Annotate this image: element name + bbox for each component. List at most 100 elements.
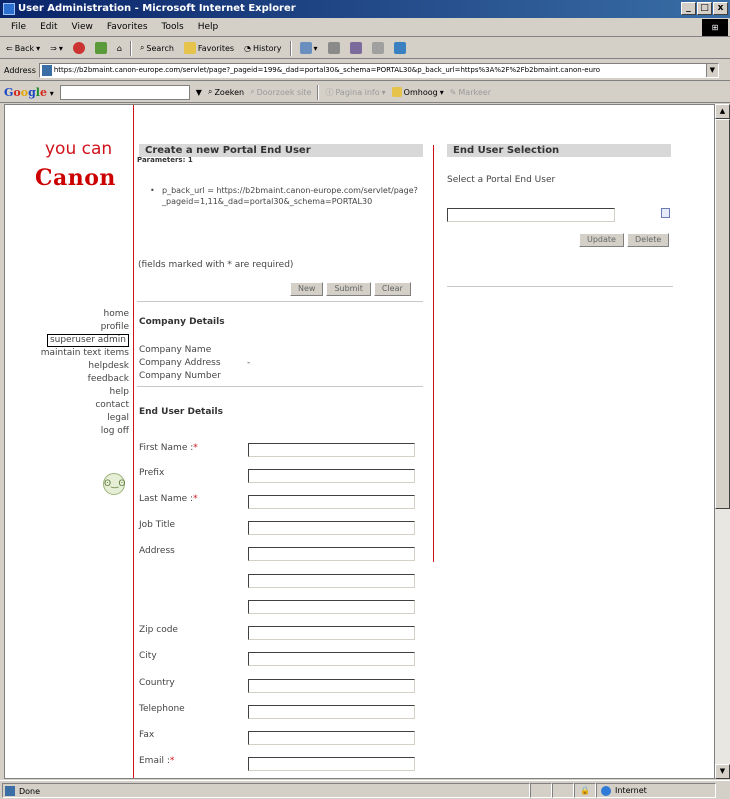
mail-button[interactable]: ▾ [298, 42, 320, 54]
home-icon: ⌂ [116, 43, 122, 53]
menu-tools[interactable]: Tools [155, 22, 191, 32]
new-button[interactable]: New [290, 282, 324, 296]
lookup-list-icon[interactable] [661, 208, 670, 218]
scroll-up-icon[interactable]: ▲ [715, 104, 730, 119]
chevron-down-icon: ▾ [36, 43, 41, 53]
last-name-input[interactable] [248, 495, 415, 509]
nav-home[interactable]: home [5, 308, 129, 321]
submit-button[interactable]: Submit [326, 282, 371, 296]
history-icon: ◔ [244, 43, 252, 53]
menu-favorites[interactable]: Favorites [100, 22, 155, 32]
clear-button[interactable]: Clear [373, 282, 411, 296]
brand-tagline: you can [45, 139, 113, 159]
delete-button[interactable]: Delete [626, 233, 670, 247]
prefix-input[interactable] [248, 469, 415, 483]
home-button[interactable]: ⌂ [115, 44, 124, 53]
telephone-input[interactable] [248, 705, 415, 719]
fax-input[interactable] [248, 731, 415, 745]
doorzoek-label: Doorzoek site [256, 87, 312, 97]
zip-code-input[interactable] [248, 626, 415, 640]
first-name-input[interactable] [248, 443, 415, 457]
menu-help[interactable]: Help [191, 22, 226, 32]
nav-helpdesk[interactable]: helpdesk [5, 360, 129, 373]
nav-maintain-text-items[interactable]: maintain text items [5, 347, 129, 360]
parameters-label: Parameters: 1 [137, 156, 193, 164]
refresh-button[interactable] [93, 42, 109, 54]
email-text: Email : [139, 756, 170, 766]
scroll-down-icon[interactable]: ▼ [715, 764, 730, 779]
minimize-button[interactable]: _ [681, 2, 696, 15]
page-viewport: you can Canon home profile superuser adm… [4, 104, 715, 779]
history-button[interactable]: ◔ History [242, 44, 283, 53]
country-input[interactable] [248, 679, 415, 693]
forward-button[interactable]: ⇒ ▾ [48, 44, 65, 53]
end-user-select-input[interactable] [447, 208, 615, 222]
fax-label: Fax [139, 730, 155, 740]
divider [137, 301, 423, 302]
selection-buttons: Update Delete [579, 233, 670, 247]
nav-help[interactable]: help [5, 386, 129, 399]
discuss-button[interactable] [370, 42, 386, 54]
status-bar: Done 🔒 Internet [0, 780, 730, 799]
help-mascot-icon[interactable]: ʘ‿ʘ [103, 473, 125, 495]
address-bar: Address https://b2bmaint.canon-europe.co… [0, 60, 730, 81]
menu-edit[interactable]: Edit [33, 22, 64, 32]
nav-profile[interactable]: profile [5, 321, 129, 334]
left-divider [133, 105, 134, 778]
address-label: Address [139, 546, 175, 556]
edit-icon [349, 42, 362, 54]
city-input[interactable] [248, 652, 415, 666]
favorites-button[interactable]: Favorites [182, 42, 236, 54]
favorites-label: Favorites [197, 43, 235, 53]
address-line-3-input[interactable] [248, 600, 415, 614]
email-label: Email :* [139, 756, 174, 766]
canon-logo[interactable]: Canon [35, 165, 116, 191]
back-button[interactable]: ⇐ Back ▾ [4, 44, 42, 53]
company-name-label: Company Name [139, 345, 212, 355]
omhoog-button[interactable]: Omhoog ▾ [391, 87, 444, 97]
windows-logo-icon: ⊞ [702, 19, 728, 36]
standard-toolbar: ⇐ Back ▾ ⇒ ▾ ⌂ ⌕ Search Favorites ◔ History ▾ [0, 38, 730, 59]
middle-divider [433, 145, 434, 562]
stop-button[interactable] [71, 42, 87, 54]
address-input[interactable]: https://b2bmaint.canon-europe.com/servle… [38, 62, 719, 78]
scroll-thumb[interactable] [715, 119, 730, 509]
job-title-input[interactable] [248, 521, 415, 535]
google-search-input[interactable] [59, 84, 190, 100]
nav-log-off[interactable]: log off [5, 425, 129, 438]
menu-file[interactable]: File [4, 22, 33, 32]
address-line-2-input[interactable] [248, 574, 415, 588]
doorzoek-site-button[interactable]: ⌕ Doorzoek site [250, 87, 311, 97]
pagina-label: Pagina info [335, 87, 380, 97]
nav-superuser-admin[interactable]: superuser admin [46, 334, 129, 347]
search-button[interactable]: ⌕ Search [138, 43, 176, 53]
pagina-info-button[interactable]: ⓘ Pagina info ▾ [325, 87, 385, 98]
menu-view[interactable]: View [65, 22, 100, 32]
zoeken-button[interactable]: ⌕ Zoeken [208, 87, 244, 97]
maximize-button[interactable]: □ [697, 2, 712, 15]
nav-legal[interactable]: legal [5, 412, 129, 425]
zoeken-label: Zoeken [214, 87, 245, 97]
history-label: History [253, 43, 282, 53]
markeer-button[interactable]: ✎ Markeer [450, 88, 491, 97]
parameter-value: p_back_url = https://b2bmaint.canon-euro… [162, 186, 418, 206]
nav-feedback[interactable]: feedback [5, 373, 129, 386]
messenger-button[interactable] [392, 42, 408, 54]
highlight-icon: ✎ [449, 87, 457, 97]
address-line-1-input[interactable] [248, 547, 415, 561]
edit-button[interactable] [348, 42, 364, 54]
address-dropdown-icon[interactable]: ▼ [705, 63, 718, 77]
end-user-details-title: End User Details [139, 407, 223, 417]
google-search-dropdown-icon[interactable]: ▼ [196, 88, 202, 97]
stop-icon [72, 42, 85, 54]
print-button[interactable] [326, 42, 342, 54]
close-button[interactable]: x [713, 2, 728, 15]
google-logo[interactable]: Google ▾ [4, 86, 54, 99]
bullet-icon: • [150, 186, 155, 195]
update-button[interactable]: Update [579, 233, 624, 247]
nav-contact[interactable]: contact [5, 399, 129, 412]
vertical-scrollbar[interactable]: ▲ ▼ [715, 104, 730, 779]
print-icon [327, 42, 340, 54]
email-input[interactable] [248, 757, 415, 771]
omhoog-label: Omhoog [403, 87, 438, 97]
